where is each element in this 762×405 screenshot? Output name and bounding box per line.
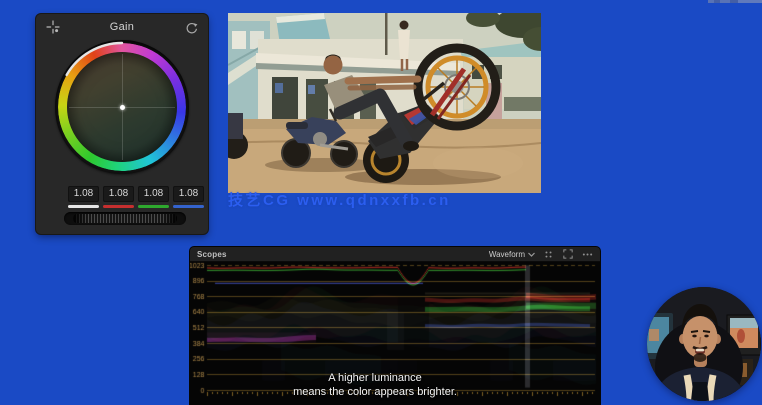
cutoff-window-fragment <box>708 0 762 3</box>
scope-mode-dropdown[interactable]: Waveform <box>489 250 535 259</box>
subtitle-line-1: A higher luminance <box>328 372 422 384</box>
chevron-down-icon <box>528 252 535 257</box>
wheel-indicator-arc <box>65 41 124 77</box>
gain-value-blue[interactable]: 1.08 <box>173 186 204 208</box>
grid-dots-icon[interactable] <box>543 249 554 260</box>
channel-underline-blue <box>173 205 204 208</box>
more-icon[interactable] <box>581 249 593 260</box>
presenter-portrait <box>647 287 761 401</box>
gain-color-wheel-panel: Gain 1.08 1.08 1.08 1.08 <box>36 14 208 234</box>
gain-value-field[interactable]: 1.08 <box>138 186 169 202</box>
gain-value-row: 1.08 1.08 1.08 1.08 <box>68 186 204 208</box>
screen: Gain 1.08 1.08 1.08 1.08 技艺CG www.qdnxxf… <box>0 0 762 405</box>
gain-master-wheel[interactable] <box>64 212 186 225</box>
watermark-text: 技艺CG www.qdnxxfb.cn <box>228 192 451 209</box>
scope-mode-label: Waveform <box>488 249 525 259</box>
scopes-controls: Waveform <box>489 249 593 260</box>
channel-underline-master <box>68 205 99 208</box>
gain-value-field[interactable]: 1.08 <box>103 186 134 202</box>
master-wheel-ridges <box>73 214 177 223</box>
channel-underline-green <box>138 205 169 208</box>
gain-value-field[interactable]: 1.08 <box>68 186 99 202</box>
expand-icon[interactable] <box>562 249 573 260</box>
color-picker-crosshair-icon[interactable] <box>45 19 61 35</box>
video-frame-motorcycle-wheelie <box>228 13 541 193</box>
scopes-title: Scopes <box>197 249 227 259</box>
gain-value-master[interactable]: 1.08 <box>68 186 99 208</box>
gain-value-green[interactable]: 1.08 <box>138 186 169 208</box>
gain-value-red[interactable]: 1.08 <box>103 186 134 208</box>
gain-value-field[interactable]: 1.08 <box>173 186 204 202</box>
reset-icon[interactable] <box>183 19 199 35</box>
gain-color-wheel[interactable] <box>55 40 189 174</box>
subtitle-line-2: means the color appears brighter. <box>293 385 457 398</box>
subtitle-overlay: A higher luminance means the color appea… <box>293 372 457 399</box>
gain-panel-header: Gain <box>36 14 208 40</box>
scopes-header[interactable]: Scopes Waveform <box>190 247 600 262</box>
webcam-overlay <box>647 287 761 401</box>
channel-underline-red <box>103 205 134 208</box>
video-viewer <box>228 13 541 193</box>
